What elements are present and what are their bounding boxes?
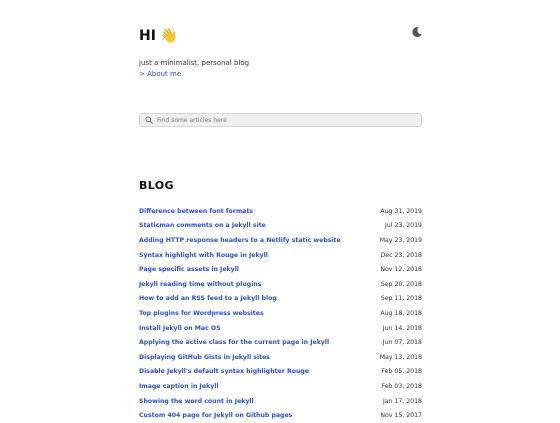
post-date: Feb 03, 2018 bbox=[381, 382, 422, 390]
list-item: Image caption in Jekyll Feb 03, 2018 bbox=[139, 379, 422, 394]
blog-section-title: BLOG bbox=[139, 179, 174, 192]
post-link[interactable]: How to add an RSS feed to a Jekyll blog bbox=[139, 295, 277, 302]
post-date: Aug 18, 2018 bbox=[380, 309, 422, 317]
post-date: Sep 11, 2018 bbox=[380, 295, 422, 303]
post-list: Difference between font formats Aug 31, … bbox=[139, 204, 422, 423]
post-link[interactable]: Staticman comments on a Jekyll site bbox=[139, 222, 266, 229]
list-item: Displaying GitHub Gists in Jekyll sites … bbox=[139, 350, 422, 365]
search-icon bbox=[145, 116, 153, 124]
list-item: Top plugins for Wordpress websites Aug 1… bbox=[139, 306, 422, 321]
post-date: Sep 20, 2018 bbox=[380, 280, 422, 288]
post-link[interactable]: Syntax highlight with Rouge in Jekyll bbox=[139, 252, 268, 259]
tagline: just a minimalist, personal blog bbox=[139, 59, 250, 67]
post-date: Nov 15, 2017 bbox=[380, 412, 422, 420]
theme-toggle-button[interactable] bbox=[410, 24, 424, 38]
post-date: Jun 14, 2018 bbox=[382, 324, 422, 332]
post-date: Jan 17, 2018 bbox=[382, 397, 422, 405]
post-link[interactable]: Adding HTTP response headers to a Netlif… bbox=[139, 237, 341, 244]
list-item: Adding HTTP response headers to a Netlif… bbox=[139, 233, 422, 248]
list-item: Difference between font formats Aug 31, … bbox=[139, 204, 422, 219]
post-link[interactable]: Displaying GitHub Gists in Jekyll sites bbox=[139, 354, 270, 361]
post-link[interactable]: Top plugins for Wordpress websites bbox=[139, 310, 264, 317]
post-link[interactable]: Jekyll reading time without plugins bbox=[139, 281, 261, 288]
post-link[interactable]: Difference between font formats bbox=[139, 208, 253, 215]
post-date: Aug 31, 2019 bbox=[380, 207, 422, 215]
post-date: Jun 07, 2018 bbox=[382, 339, 422, 347]
search-bar bbox=[139, 113, 422, 127]
post-date: Dec 23, 2018 bbox=[380, 251, 423, 259]
post-link[interactable]: Custom 404 page for Jekyll on Github pag… bbox=[139, 412, 292, 419]
about-me-link[interactable]: > About me bbox=[139, 70, 181, 78]
moon-icon bbox=[412, 26, 422, 37]
list-item: Disable Jekyll's default syntax highligh… bbox=[139, 365, 422, 380]
list-item: Jekyll reading time without plugins Sep … bbox=[139, 277, 422, 292]
post-link[interactable]: Image caption in Jekyll bbox=[139, 383, 218, 390]
post-link[interactable]: Install Jekyll on Mac OS bbox=[139, 325, 221, 332]
post-date: Jul 23, 2019 bbox=[385, 222, 422, 230]
list-item: Page specific assets in Jekyll Nov 12, 2… bbox=[139, 262, 422, 277]
list-item: Custom 404 page for Jekyll on Github pag… bbox=[139, 408, 422, 423]
post-link[interactable]: Applying the active class for the curren… bbox=[139, 339, 329, 346]
list-item: Install Jekyll on Mac OS Jun 14, 2018 bbox=[139, 321, 422, 336]
waving-hand-icon: 👋 bbox=[159, 28, 178, 44]
post-link[interactable]: Showing the word count in Jekyll bbox=[139, 398, 254, 405]
post-date: May 13, 2018 bbox=[379, 353, 422, 361]
list-item: How to add an RSS feed to a Jekyll blog … bbox=[139, 292, 422, 307]
post-date: Nov 12, 2018 bbox=[380, 266, 422, 274]
post-date: Feb 05, 2018 bbox=[381, 368, 422, 376]
post-link[interactable]: Disable Jekyll's default syntax highligh… bbox=[139, 368, 309, 375]
greeting-text: HI bbox=[139, 28, 156, 44]
search-input[interactable] bbox=[157, 116, 407, 124]
post-date: May 23, 2019 bbox=[379, 236, 422, 244]
list-item: Syntax highlight with Rouge in Jekyll De… bbox=[139, 248, 422, 263]
list-item: Applying the active class for the curren… bbox=[139, 335, 422, 350]
page-title: HI 👋 bbox=[139, 28, 177, 44]
list-item: Staticman comments on a Jekyll site Jul … bbox=[139, 219, 422, 234]
list-item: Showing the word count in Jekyll Jan 17,… bbox=[139, 394, 422, 409]
post-link[interactable]: Page specific assets in Jekyll bbox=[139, 266, 239, 273]
